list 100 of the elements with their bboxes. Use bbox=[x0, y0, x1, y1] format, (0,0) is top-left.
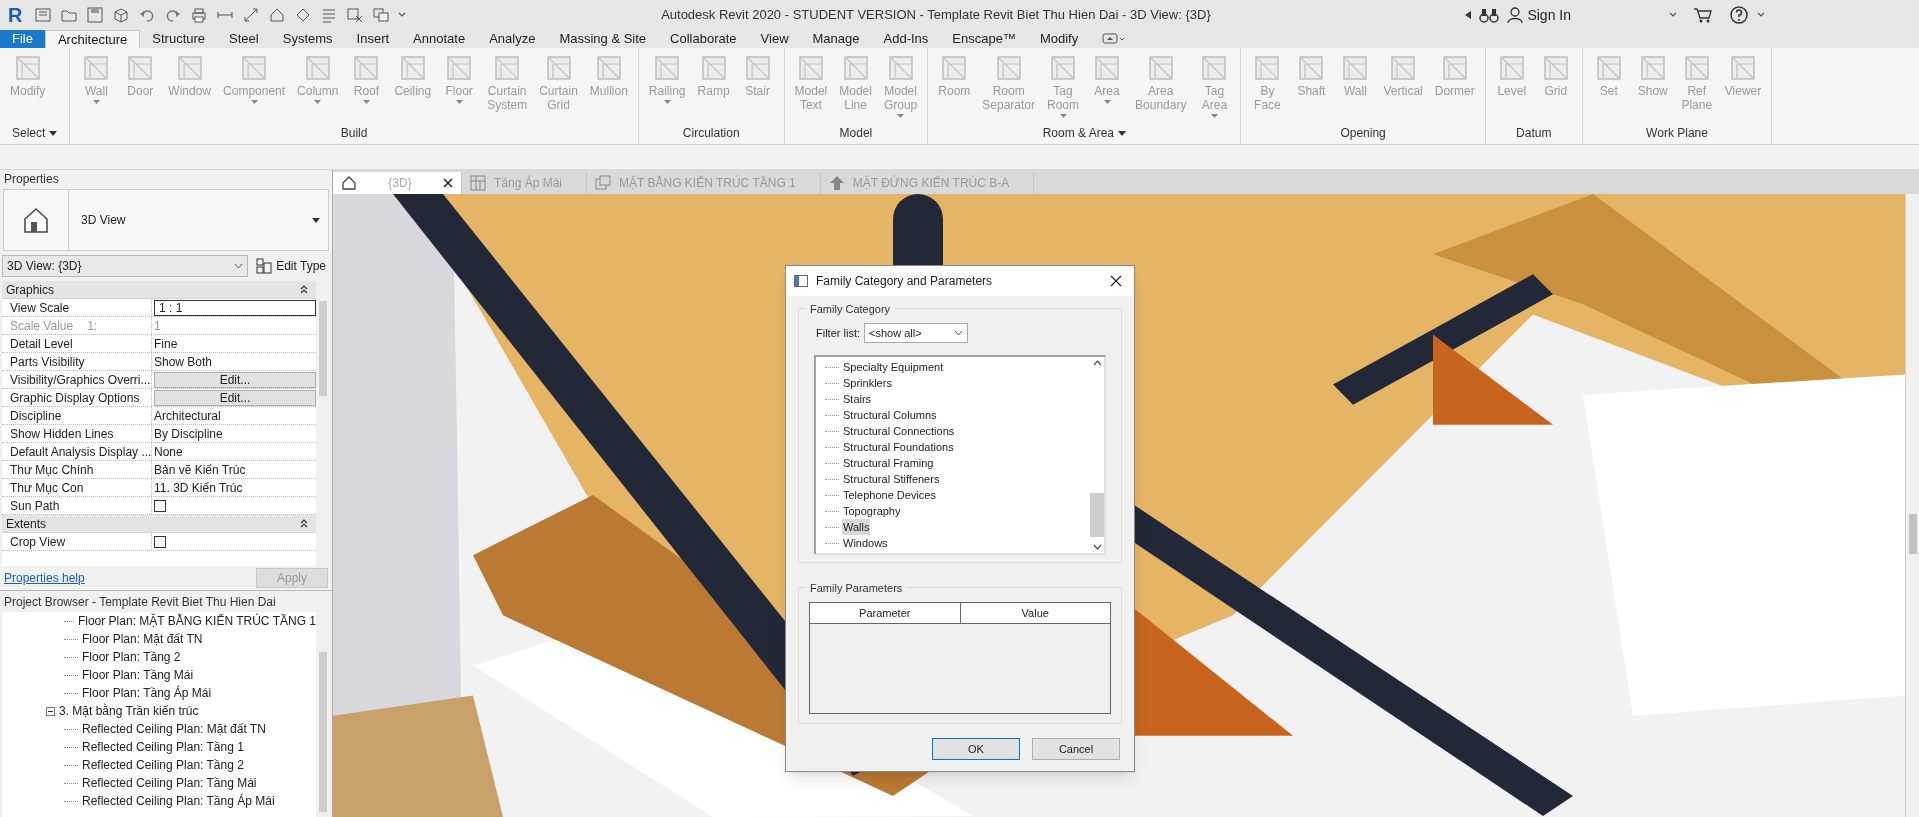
tree-item[interactable]: Floor Plan: Tầng Áp Mái bbox=[82, 684, 212, 702]
panel-label: Room & Area bbox=[1042, 125, 1115, 142]
file-tab[interactable]: File bbox=[0, 30, 45, 48]
property-value: 1 bbox=[154, 317, 161, 334]
scroll-down-icon[interactable] bbox=[1092, 544, 1102, 550]
windows-icon[interactable] bbox=[372, 6, 391, 24]
ribbon-tab[interactable]: Modify bbox=[1027, 30, 1091, 48]
ribbon-tab[interactable]: Add-Ins bbox=[871, 30, 941, 48]
checkbox[interactable] bbox=[154, 535, 166, 548]
property-value: Show Both bbox=[154, 353, 213, 370]
property-name: Thư Mục Con bbox=[10, 479, 84, 496]
close-icon[interactable] bbox=[443, 178, 453, 188]
panel-toggle-icon[interactable] bbox=[1102, 33, 1127, 45]
house-icon bbox=[341, 175, 357, 191]
ribbon-tab[interactable]: Annotate bbox=[401, 30, 478, 48]
window-icon bbox=[794, 275, 808, 287]
tree-item[interactable]: Floor Plan: Mặt đất TN bbox=[82, 630, 203, 648]
caret-icon[interactable] bbox=[398, 12, 407, 18]
list-item[interactable]: Specialty Equipment bbox=[842, 358, 945, 376]
edit-type-button[interactable]: Edit Type bbox=[252, 257, 330, 275]
list-item[interactable]: Stairs bbox=[842, 390, 873, 408]
ribbon-tab[interactable]: Steel bbox=[217, 30, 271, 48]
property-value: None bbox=[154, 443, 183, 460]
tree-item[interactable]: Floor Plan: Tầng 2 bbox=[82, 648, 181, 666]
tree-item[interactable]: Reflected Ceiling Plan: Tầng 1 bbox=[82, 738, 244, 756]
window-title: Autodesk Revit 2020 - STUDENT VERSION - Template Revit Biet Thu Hien Dai - 3D View: {3D} bbox=[660, 6, 1212, 25]
ribbon-tab[interactable]: Enscape™ bbox=[940, 30, 1028, 48]
type-selector[interactable]: 3D View bbox=[3, 189, 329, 251]
cart-icon[interactable] bbox=[1693, 7, 1713, 23]
ribbon-tab[interactable]: View bbox=[748, 30, 801, 48]
dialog-button[interactable]: Cancel bbox=[1032, 738, 1120, 760]
edit-button[interactable]: Edit... bbox=[154, 389, 316, 406]
house-icon[interactable] bbox=[268, 6, 287, 24]
ribbon-tab[interactable]: Analyze bbox=[477, 30, 548, 48]
panel-label: Opening bbox=[1340, 125, 1386, 142]
help-icon[interactable] bbox=[1729, 5, 1749, 25]
caret-icon[interactable] bbox=[1669, 12, 1677, 18]
list-item[interactable]: Structural Foundations bbox=[842, 438, 955, 456]
dialog-button[interactable]: OK bbox=[932, 738, 1020, 760]
ribbon-tab[interactable]: Systems bbox=[270, 30, 345, 48]
list-item[interactable]: Structural Connections bbox=[842, 422, 956, 440]
input-field[interactable]: 1 : 1 bbox=[154, 299, 316, 316]
column-header: Value bbox=[1020, 605, 1050, 621]
tree-item[interactable]: Floor Plan: Tầng Mái bbox=[82, 666, 194, 684]
sign-in-button[interactable]: Sign In bbox=[1507, 4, 1571, 26]
collapse-icon[interactable] bbox=[300, 285, 308, 294]
list-item[interactable]: Telephone Devices bbox=[842, 486, 937, 504]
scrollbar[interactable] bbox=[1905, 194, 1919, 817]
print-icon[interactable] bbox=[190, 6, 209, 24]
arrow-up-icon bbox=[828, 175, 845, 191]
list-item[interactable]: Structural Stiffeners bbox=[842, 470, 941, 488]
list-item[interactable]: Structural Framing bbox=[842, 454, 935, 472]
list-item[interactable]: Structural Columns bbox=[842, 406, 938, 424]
ribbon-tab[interactable]: Collaborate bbox=[658, 30, 749, 48]
close-views-icon[interactable] bbox=[346, 6, 365, 24]
tree-item[interactable]: Floor Plan: MẶT BẰNG KIẾN TRÚC TẦNG 1 bbox=[77, 612, 316, 630]
tree-item[interactable]: Reflected Ceiling Plan: Mặt đất TN bbox=[82, 720, 266, 738]
filter-dropdown[interactable]: <show all> bbox=[864, 323, 968, 343]
close-icon[interactable] bbox=[1110, 275, 1122, 287]
caret-icon[interactable] bbox=[1757, 12, 1765, 18]
ribbon-tab[interactable]: Structure bbox=[140, 30, 218, 48]
scroll-up-icon[interactable] bbox=[1092, 360, 1102, 366]
property-name: Graphic Display Options bbox=[10, 389, 140, 406]
cube-icon[interactable] bbox=[112, 6, 131, 24]
list-item[interactable]: Topography bbox=[842, 502, 902, 520]
ribbon-tab[interactable]: Manage bbox=[800, 30, 872, 48]
ribbon-tab[interactable]: Insert bbox=[344, 30, 402, 48]
edit-type-icon bbox=[256, 258, 273, 274]
list-item[interactable]: Windows bbox=[842, 534, 889, 552]
list-item[interactable]: Walls bbox=[842, 518, 871, 536]
caret-icon[interactable] bbox=[1118, 130, 1127, 136]
ribbon-tab[interactable]: Architecture bbox=[44, 30, 141, 48]
scrollbar-thumb[interactable] bbox=[1090, 493, 1104, 537]
app-logo[interactable]: R bbox=[4, 5, 27, 25]
view-selector[interactable]: 3D View: {3D} bbox=[2, 255, 249, 277]
property-name: Detail Level bbox=[10, 335, 73, 352]
panel-label: Select bbox=[12, 125, 46, 142]
ribbon-tab[interactable]: Massing & Site bbox=[547, 30, 659, 48]
property-value: Fine bbox=[154, 335, 178, 352]
category-list[interactable]: Specialty Equipment Sprinklers Stairs Structural Columns Structural Connections Structural Foundations Structural Framing Structural Stiffeners Telephone Devices Topography Walls Windows bbox=[814, 355, 1106, 555]
list-item[interactable]: Sprinklers bbox=[842, 374, 893, 392]
tree-item[interactable]: 3. Mặt bằng Trần kiến trúc bbox=[59, 702, 199, 720]
binoculars-icon[interactable] bbox=[1479, 7, 1500, 23]
help-link[interactable]: Properties help bbox=[4, 569, 85, 587]
tree-item[interactable]: Reflected Ceiling Plan: Tầng Áp Mái bbox=[82, 792, 275, 810]
floor-plan-icon bbox=[470, 175, 486, 191]
collapse-icon[interactable] bbox=[300, 519, 308, 528]
caret-icon[interactable] bbox=[49, 130, 58, 136]
property-name: Scale Value bbox=[10, 317, 74, 334]
panel-label: Work Plane bbox=[1646, 125, 1708, 142]
tree-item[interactable]: Reflected Ceiling Plan: Tầng Mái bbox=[82, 774, 257, 792]
caret-icon bbox=[234, 263, 244, 269]
column-header: Parameter bbox=[810, 603, 961, 623]
triangle-left-icon[interactable] bbox=[1465, 11, 1472, 19]
caret-icon[interactable] bbox=[312, 217, 320, 223]
collapse-icon[interactable] bbox=[46, 706, 55, 716]
tree-item[interactable]: Reflected Ceiling Plan: Tầng 2 bbox=[82, 756, 244, 774]
edit-button[interactable]: Edit... bbox=[154, 371, 316, 388]
dimension-icon[interactable] bbox=[242, 6, 261, 24]
checkbox[interactable] bbox=[154, 499, 166, 512]
